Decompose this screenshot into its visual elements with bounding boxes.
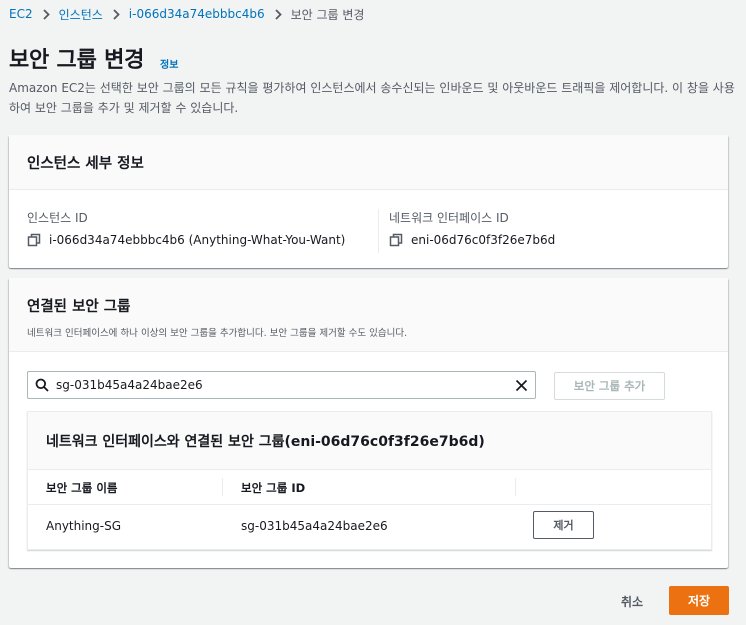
security-groups-table: 네트워크 인터페이스와 연결된 보안 그룹(eni-06d76c0f3f26e7…: [27, 411, 712, 550]
copy-icon[interactable]: [27, 233, 41, 247]
security-group-search[interactable]: [27, 371, 536, 399]
associated-groups-header: 연결된 보안 그룹 네트워크 인터페이스에 하나 이상의 보안 그룹을 추가합니…: [9, 278, 728, 352]
instance-details-title: 인스턴스 세부 정보: [27, 155, 144, 172]
table-header: 네트워크 인터페이스와 연결된 보안 그룹(eni-06d76c0f3f26e7…: [28, 412, 711, 470]
column-divider: [515, 478, 516, 496]
page-title: 보안 그룹 변경: [9, 48, 145, 73]
associated-groups-description: 네트워크 인터페이스에 하나 이상의 보안 그룹을 추가합니다. 보안 그룹을 …: [27, 328, 408, 339]
copy-icon[interactable]: [389, 233, 403, 247]
close-icon[interactable]: [507, 379, 535, 392]
column-divider: [222, 478, 223, 496]
instance-id-field: 인스턴스 ID i-066d34a74ebbbc4b6 (Anything-Wh…: [27, 209, 345, 247]
eni-id-field: 네트워크 인터페이스 ID eni-06d76c0f3f26e7b6d: [389, 209, 555, 247]
breadcrumb-ec2[interactable]: EC2: [9, 7, 33, 21]
associated-groups-title: 연결된 보안 그룹: [27, 299, 131, 315]
associated-security-groups-panel: 연결된 보안 그룹 네트워크 인터페이스에 하나 이상의 보안 그룹을 추가합니…: [9, 278, 728, 568]
page-description: Amazon EC2는 선택한 보안 그룹의 모든 규칙을 평가하여 인스턴스에…: [9, 81, 735, 115]
search-input[interactable]: [56, 378, 507, 392]
breadcrumb-instances[interactable]: 인스턴스: [59, 6, 103, 23]
chevron-right-icon: [33, 7, 59, 21]
search-icon: [28, 378, 56, 392]
cancel-button[interactable]: 취소: [608, 587, 656, 615]
breadcrumb: EC2 인스턴스 i-066d34a74ebbbc4b6 보안 그룹 변경: [9, 5, 364, 23]
save-button[interactable]: 저장: [669, 586, 729, 615]
column-header-name[interactable]: 보안 그룹 이름: [46, 480, 118, 496]
table-row: Anything-SG sg-031b45a4a24bae2e6 제거: [28, 505, 711, 549]
instance-details-header: 인스턴스 세부 정보: [9, 135, 728, 190]
eni-id-value: eni-06d76c0f3f26e7b6d: [411, 233, 556, 247]
instance-details-panel: 인스턴스 세부 정보 인스턴스 ID i-066d34a74ebbbc4b6 (…: [9, 135, 728, 268]
table-column-headers: 보안 그룹 이름 보안 그룹 ID: [28, 470, 711, 505]
column-header-id[interactable]: 보안 그룹 ID: [241, 480, 305, 496]
chevron-right-icon: [103, 7, 129, 21]
remove-button[interactable]: 제거: [533, 511, 594, 539]
instance-id-label: 인스턴스 ID: [27, 211, 88, 225]
instance-id-value: i-066d34a74ebbbc4b6 (Anything-What-You-W…: [49, 233, 346, 247]
column-divider: [378, 209, 379, 253]
eni-id-label: 네트워크 인터페이스 ID: [389, 211, 509, 225]
add-security-group-button[interactable]: 보안 그룹 추가: [554, 372, 665, 400]
breadcrumb-instance-id[interactable]: i-066d34a74ebbbc4b6: [129, 7, 265, 21]
security-group-id: sg-031b45a4a24bae2e6: [241, 519, 388, 533]
breadcrumb-current: 보안 그룹 변경: [290, 7, 365, 22]
info-link[interactable]: 정보: [160, 56, 178, 71]
security-group-name: Anything-SG: [46, 519, 122, 533]
table-title: 네트워크 인터페이스와 연결된 보안 그룹(eni-06d76c0f3f26e7…: [46, 433, 485, 450]
chevron-right-icon: [265, 7, 291, 21]
